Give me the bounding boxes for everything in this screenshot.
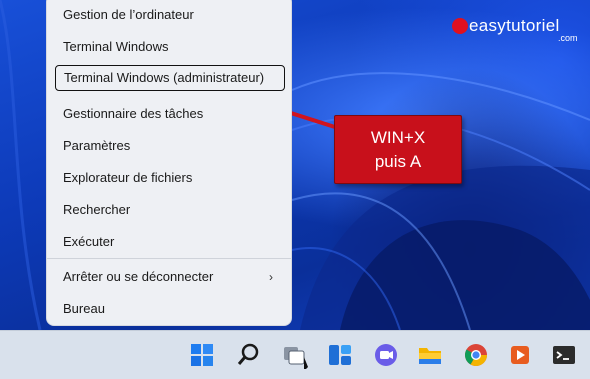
chevron-right-icon: ›	[269, 270, 273, 284]
chrome-icon[interactable]	[462, 341, 490, 369]
chat-icon[interactable]	[372, 341, 400, 369]
menu-item-label: Paramètres	[63, 138, 131, 153]
watermark-logo: easytutoriel .com	[452, 14, 582, 44]
task-view-icon[interactable]	[280, 341, 308, 369]
menu-item-label: Explorateur de fichiers	[63, 170, 193, 185]
start-icon[interactable]	[188, 341, 216, 369]
taskbar	[0, 330, 590, 379]
menu-item-gestion-ordinateur[interactable]: Gestion de l’ordinateur	[55, 2, 285, 28]
menu-item-label: Exécuter	[63, 234, 115, 249]
menu-item-label: Gestion de l’ordinateur	[63, 7, 194, 22]
winx-context-menu: Gestion de l’ordinateur Terminal Windows…	[46, 0, 292, 326]
annotation-callout: WIN+X puis A	[334, 115, 462, 184]
menu-item-bureau[interactable]: Bureau	[55, 296, 285, 322]
file-explorer-icon[interactable]	[416, 341, 444, 369]
menu-item-label: Gestionnaire des tâches	[63, 106, 204, 121]
logo-mark-icon	[452, 18, 468, 34]
widgets-icon[interactable]	[326, 341, 354, 369]
menu-item-terminal-admin[interactable]: Terminal Windows (administrateur)	[55, 65, 285, 91]
menu-item-explorateur[interactable]: Explorateur de fichiers	[55, 165, 285, 191]
menu-item-terminal[interactable]: Terminal Windows	[55, 34, 285, 60]
menu-item-label: Rechercher	[63, 202, 131, 217]
callout-line-1: WIN+X	[370, 128, 426, 147]
menu-item-label: Arrêter ou se déconnecter	[63, 269, 214, 284]
menu-item-executer[interactable]: Exécuter	[55, 229, 285, 255]
menu-item-parametres[interactable]: Paramètres	[55, 133, 285, 159]
watermark-suffix: .com	[558, 33, 578, 43]
menu-item-label: Bureau	[63, 301, 105, 316]
menu-item-gestionnaire-taches[interactable]: Gestionnaire des tâches	[55, 101, 285, 127]
menu-item-arreter[interactable]: Arrêter ou se déconnecter ›	[55, 264, 285, 290]
menu-item-rechercher[interactable]: Rechercher	[55, 197, 285, 223]
menu-item-label: Terminal Windows	[63, 39, 169, 54]
terminal-icon[interactable]	[550, 341, 578, 369]
search-icon[interactable]	[234, 341, 262, 369]
menu-item-label: Terminal Windows (administrateur)	[64, 70, 265, 85]
menu-separator	[47, 258, 291, 259]
watermark-name: easytutoriel	[469, 16, 560, 35]
media-player-icon[interactable]	[506, 341, 534, 369]
callout-line-2: puis A	[374, 152, 422, 171]
